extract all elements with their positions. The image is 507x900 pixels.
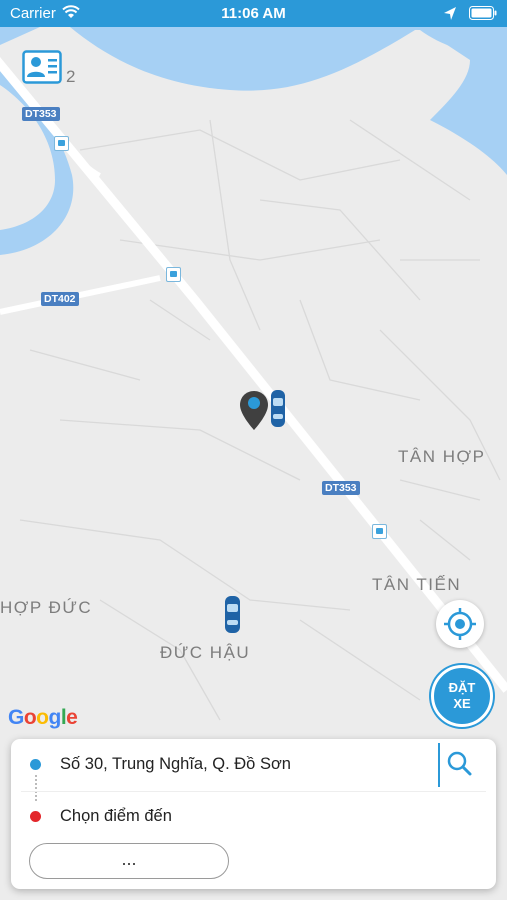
location-arrow-icon: [443, 7, 456, 20]
bus-stop-icon: [372, 524, 387, 539]
pickup-dot: [30, 759, 41, 770]
place-label-duc-hau: ĐỨC HẬU: [160, 643, 251, 662]
road-label-dt402: DT402: [41, 292, 79, 306]
book-button-label-line2: XE: [453, 696, 471, 711]
destination-dot: [30, 811, 41, 822]
status-right: [443, 4, 497, 22]
road-label-dt353-top: DT353: [22, 107, 60, 121]
route-connector: [35, 775, 37, 801]
my-location-button[interactable]: [436, 600, 484, 648]
place-label-tan-tien: TÂN TIẾN: [372, 575, 462, 594]
place-label-top-left: 2: [66, 67, 77, 86]
status-bar: Carrier 11:06 AM: [0, 0, 507, 27]
search-button[interactable]: [438, 743, 490, 787]
crosshair-icon: [444, 608, 476, 640]
place-label-tan-hop: TÂN HỢP: [398, 447, 486, 466]
divider: [21, 791, 486, 792]
road-label-dt353-mid: DT353: [322, 481, 360, 495]
search-icon: [447, 751, 472, 776]
bus-stop-icon: [166, 267, 181, 282]
more-options-button[interactable]: ...: [29, 843, 229, 879]
profile-button[interactable]: [22, 50, 62, 84]
clock: 11:06 AM: [221, 5, 286, 22]
bus-stop-icon: [54, 136, 69, 151]
book-button-label-line1: ĐẶT: [448, 680, 476, 695]
pickup-address[interactable]: Số 30, Trung Nghĩa, Q. Đồ Sơn: [60, 755, 291, 774]
battery-icon: [469, 6, 497, 20]
book-ride-button[interactable]: ĐẶT XE: [431, 665, 493, 727]
place-label-hop-duc: HỢP ĐỨC: [0, 598, 93, 617]
contact-card-icon: [22, 50, 62, 84]
trip-panel: Số 30, Trung Nghĩa, Q. Đồ Sơn Chọn điểm …: [11, 739, 496, 889]
destination-field[interactable]: Chọn điểm đến: [60, 807, 172, 826]
google-logo: Google: [8, 706, 78, 729]
